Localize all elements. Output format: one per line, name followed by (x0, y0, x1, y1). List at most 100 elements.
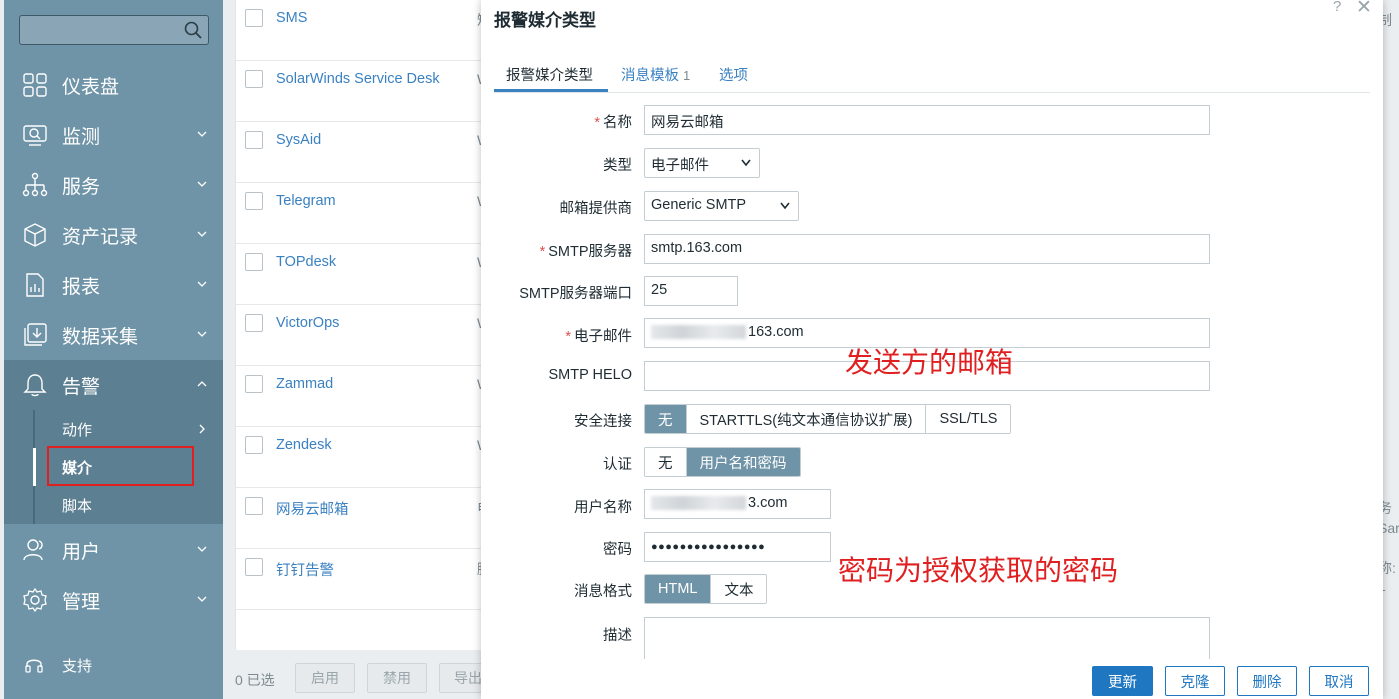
sidebar-item-data-collection[interactable]: 数据采集 (4, 310, 223, 360)
sidebar-item-services[interactable]: 服务 (4, 160, 223, 210)
security-option-starttls[interactable]: STARTTLS(纯文本通信协议扩展) (686, 405, 927, 433)
media-type-link[interactable]: Zendesk (276, 437, 332, 453)
chevron-down-icon (197, 231, 207, 237)
active-indicator (33, 448, 36, 486)
sidebar-item-inventory[interactable]: 资产记录 (4, 210, 223, 260)
support-label: 支持 (62, 658, 93, 675)
cancel-button[interactable]: 取消 (1309, 666, 1369, 696)
sidebar-item-label: 资产记录 (62, 226, 139, 248)
type-label: 类型 (603, 158, 632, 174)
chevron-up-icon (197, 381, 207, 387)
smtp-port-input[interactable]: 25 (644, 276, 738, 306)
media-type-link[interactable]: Zammad (276, 376, 333, 392)
description-textarea[interactable] (644, 617, 1210, 659)
sidebar-item-label: 服务 (62, 176, 101, 198)
provider-select-value: Generic SMTP (651, 197, 747, 213)
update-button[interactable]: 更新 (1092, 666, 1153, 696)
chevron-down-icon (197, 131, 207, 137)
sidebar-item-administration[interactable]: 管理 (4, 575, 223, 625)
data-collection-icon (24, 323, 47, 346)
tab-media-type[interactable]: 报警媒介类型 (506, 64, 593, 85)
provider-select[interactable]: Generic SMTP (644, 191, 799, 221)
table-row: VictorOps W (236, 305, 496, 366)
sidebar-item-users[interactable]: 用户 (4, 525, 223, 575)
table-row: Telegram W (236, 183, 496, 244)
help-icon[interactable]: ? (1333, 0, 1341, 15)
row-checkbox[interactable] (245, 192, 263, 210)
media-type-dialog: 报警媒介类型 ? ✕ 报警媒介类型 消息模板 1 选项 * 名称 网易云邮箱 类型 … (481, 0, 1383, 699)
media-type-link[interactable]: TOPdesk (276, 254, 336, 270)
row-checkbox[interactable] (245, 558, 263, 576)
media-type-link[interactable]: 网易云邮箱 (276, 498, 349, 519)
export-button[interactable]: 导出 (439, 663, 483, 693)
active-tab-underline (494, 89, 608, 92)
password-input[interactable]: ●●●●●●●●●●●●●●●● (644, 532, 831, 562)
search-icon[interactable] (184, 21, 202, 39)
table-row: 网易云邮箱 电 (236, 488, 496, 549)
clone-button[interactable]: 克隆 (1165, 666, 1225, 696)
media-type-link[interactable]: 钉钉告警 (276, 559, 334, 580)
media-type-link[interactable]: SysAid (276, 132, 321, 148)
row-checkbox[interactable] (245, 375, 263, 393)
chevron-down-icon (197, 181, 207, 187)
enable-button[interactable]: 启用 (295, 663, 355, 693)
username-input[interactable]: 3.com (644, 489, 831, 519)
tab-options[interactable]: 选项 (719, 64, 748, 85)
row-checkbox[interactable] (245, 9, 263, 27)
table-row: 钉钉告警 脚 (236, 549, 496, 610)
auth-option-password[interactable]: 用户名和密码 (686, 448, 800, 476)
sidebar-item-alerts[interactable]: 告警 (4, 360, 223, 410)
row-checkbox[interactable] (245, 436, 263, 454)
format-option-text[interactable]: 文本 (711, 575, 767, 603)
security-option-none[interactable]: 无 (645, 405, 687, 433)
email-value: 163.com (748, 324, 804, 340)
type-select-value: 电子邮件 (651, 158, 709, 174)
auth-option-none[interactable]: 无 (645, 448, 687, 476)
sidebar-item-label: 告警 (62, 376, 101, 398)
sidebar-item-dashboard[interactable]: 仪表盘 (4, 60, 223, 110)
security-toggle: 无 STARTTLS(纯文本通信协议扩展) SSL/TLS (644, 404, 1012, 434)
inventory-icon (24, 223, 46, 247)
sidebar-item-reports[interactable]: 报表 (4, 260, 223, 310)
selected-count: 0 已选 (235, 672, 275, 688)
auth-toggle: 无 用户名和密码 (644, 447, 801, 477)
disable-button[interactable]: 禁用 (367, 663, 427, 693)
row-checkbox[interactable] (245, 131, 263, 149)
submenu-item-label: 脚本 (62, 497, 93, 515)
submenu-item-actions[interactable]: 动作 (34, 410, 223, 448)
row-checkbox[interactable] (245, 314, 263, 332)
format-option-html[interactable]: HTML (645, 575, 712, 603)
headset-icon (25, 659, 43, 673)
sidebar-item-label: 数据采集 (62, 326, 139, 348)
sidebar-search-input[interactable] (19, 15, 209, 45)
username-label: 用户名称 (574, 500, 632, 516)
annotation-highlight-box (47, 446, 194, 486)
username-value: 3.com (748, 495, 788, 511)
media-type-link[interactable]: Telegram (276, 193, 336, 209)
smtp-server-input[interactable]: smtp.163.com (644, 234, 1210, 264)
sidebar-item-monitoring[interactable]: 监测 (4, 110, 223, 160)
media-type-link[interactable]: SMS (276, 10, 307, 26)
close-icon[interactable]: ✕ (1356, 0, 1372, 19)
table-row: Zendesk W (236, 427, 496, 488)
name-input[interactable]: 网易云邮箱 (644, 105, 1210, 135)
submenu-item-scripts[interactable]: 脚本 (34, 486, 223, 524)
row-checkbox[interactable] (245, 497, 263, 515)
redacted-blur (651, 496, 746, 511)
tab-message-templates[interactable]: 消息模板 1 (621, 64, 690, 85)
tab-label: 报警媒介类型 (506, 68, 593, 84)
tab-badge: 1 (683, 68, 691, 83)
support-link[interactable]: 支持 (4, 645, 223, 685)
security-option-ssl[interactable]: SSL/TLS (926, 405, 1011, 433)
format-label: 消息格式 (574, 584, 632, 600)
helo-label: SMTP HELO (548, 367, 632, 383)
row-checkbox[interactable] (245, 253, 263, 271)
delete-button[interactable]: 删除 (1237, 666, 1297, 696)
row-checkbox[interactable] (245, 70, 263, 88)
smtp-port-label: SMTP服务器端口 (519, 286, 632, 302)
media-type-link[interactable]: SolarWinds Service Desk (276, 71, 440, 87)
type-select[interactable]: 电子邮件 (644, 148, 760, 178)
dashboard-icon (23, 73, 47, 97)
media-type-link[interactable]: VictorOps (276, 315, 339, 331)
security-label: 安全连接 (574, 414, 632, 430)
